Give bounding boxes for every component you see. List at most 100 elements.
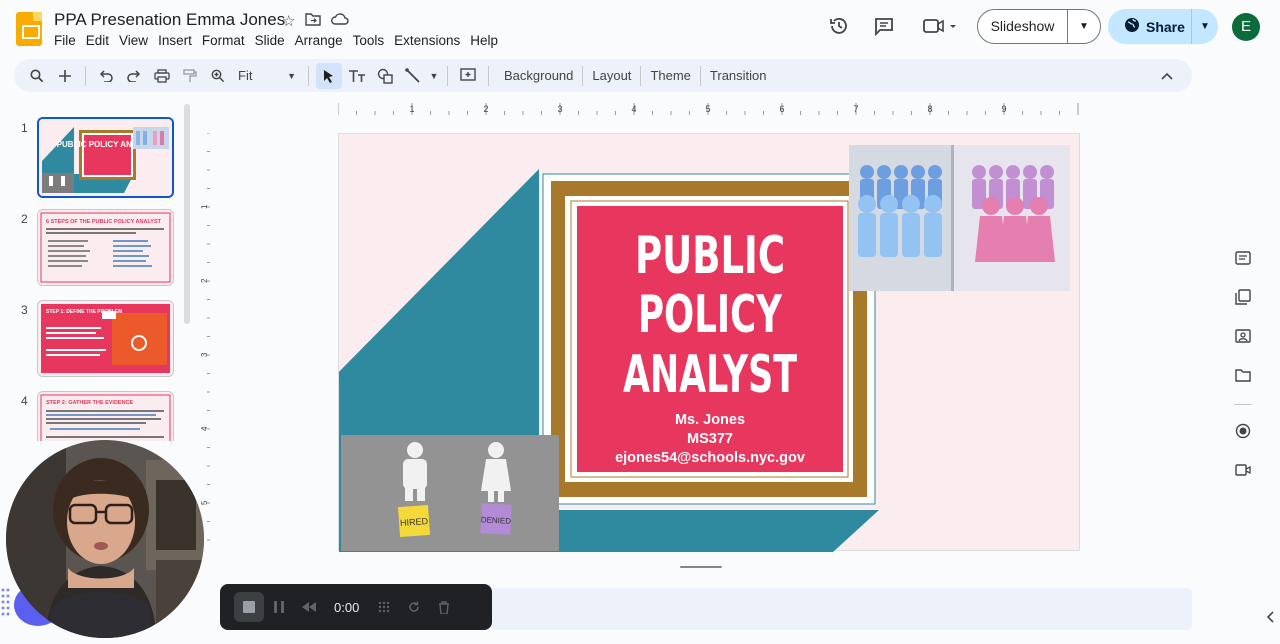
slide-title-line-2: POLICY	[638, 285, 783, 345]
current-slide[interactable]: PUBLIC POLICY ANALYST Ms. Jones MS377 ej…	[338, 133, 1080, 552]
ruler-v-tick: 3	[200, 352, 209, 357]
account-avatar[interactable]: E	[1232, 13, 1260, 41]
slide-thumbnail-2[interactable]: 6 STEPS OF THE PUBLIC POLICY ANALYST	[37, 209, 174, 286]
menu-arrange[interactable]: Arrange	[295, 33, 350, 48]
rewind-button[interactable]	[294, 592, 324, 622]
side-dots-icon[interactable]	[0, 586, 10, 622]
menu-slide[interactable]: Slide	[255, 33, 292, 48]
undo-icon[interactable]	[93, 63, 119, 89]
zoom-icon[interactable]	[205, 63, 231, 89]
share-dropdown-icon[interactable]: ▼	[1192, 21, 1218, 32]
move-folder-icon[interactable]	[305, 12, 322, 30]
menu-extensions[interactable]: Extensions	[394, 33, 467, 48]
side-panel-folder-icon[interactable]	[1232, 367, 1254, 389]
insert-comment-icon[interactable]	[455, 63, 481, 89]
slides-app-icon[interactable]	[16, 12, 42, 46]
thumb-2-title: 6 STEPS OF THE PUBLIC POLICY ANALYST	[46, 219, 162, 225]
slide-thumbnail-3[interactable]: STEP 1: DEFINE THE PROBLEM	[37, 300, 174, 377]
presenter-email: ejones54@schools.nyc.gov	[615, 450, 805, 466]
notes-resize-handle[interactable]	[680, 566, 722, 568]
ruler-h-tick: 6	[779, 104, 784, 114]
vertical-ruler[interactable]: 1 2 3 4 5	[200, 133, 210, 551]
menu-insert[interactable]: Insert	[158, 33, 199, 48]
zoom-dropdown-icon: ▼	[287, 70, 296, 81]
toolbar: Fit ▼ ▼ Background Layout Theme Transiti…	[14, 59, 1192, 92]
ruler-h-tick: 7	[853, 104, 858, 114]
line-dropdown-icon[interactable]: ▼	[428, 63, 440, 89]
presenter-webcam[interactable]	[6, 440, 204, 638]
transition-button[interactable]: Transition	[701, 68, 776, 83]
stop-button[interactable]	[234, 592, 264, 622]
menu-tools[interactable]: Tools	[353, 33, 392, 48]
paint-format-icon[interactable]	[177, 63, 203, 89]
school-name: MS377	[687, 431, 733, 447]
ruler-h-tick: 3	[557, 104, 562, 114]
ruler-h-tick: 2	[483, 104, 488, 114]
pause-button[interactable]	[264, 592, 294, 622]
slide-title-line-1: PUBLIC	[635, 226, 785, 286]
slide-thumbnail-1[interactable]: PUBLIC POLICY ANALYST	[37, 117, 174, 198]
sticky-hired: HIRED	[400, 516, 429, 528]
cloud-status-icon[interactable]	[331, 12, 350, 30]
recording-time: 0:00	[334, 599, 360, 615]
side-panel-layers-icon[interactable]	[1232, 289, 1254, 311]
menu-edit[interactable]: Edit	[86, 33, 116, 48]
speaker-notes-area[interactable]	[490, 588, 1192, 630]
retake-icon[interactable]	[399, 592, 429, 622]
ruler-v-tick: 5	[200, 500, 209, 505]
ruler-v-tick: 1	[200, 204, 209, 209]
filmstrip-scrollbar[interactable]	[184, 104, 190, 324]
paper-people-photo[interactable]	[849, 145, 1070, 291]
side-panel-expand-icon[interactable]	[1260, 608, 1280, 630]
slide-number-2: 2	[21, 212, 28, 226]
slideshow-dropdown-icon[interactable]: ▼	[1068, 21, 1100, 32]
thumb-4-title: STEP 2: GATHER THE EVIDENCE	[46, 400, 134, 406]
search-menus-icon[interactable]	[24, 63, 50, 89]
layout-button[interactable]: Layout	[583, 68, 640, 83]
select-cursor-icon[interactable]	[316, 62, 342, 89]
delete-icon[interactable]	[429, 592, 459, 622]
ruler-v-tick: 4	[200, 426, 209, 431]
redo-icon[interactable]	[121, 63, 147, 89]
zoom-value: Fit	[238, 68, 253, 83]
side-panel-record-icon[interactable]	[1232, 423, 1254, 445]
meet-video-icon[interactable]	[920, 16, 960, 38]
side-panel-video-icon[interactable]	[1232, 462, 1254, 484]
menu-file[interactable]: File	[54, 33, 83, 48]
globe-icon	[1124, 17, 1140, 36]
drag-handle-icon[interactable]	[369, 592, 399, 622]
slide-number-1: 1	[21, 121, 28, 135]
presenter-name: Ms. Jones	[675, 412, 745, 428]
background-button[interactable]: Background	[495, 68, 582, 83]
print-icon[interactable]	[149, 63, 175, 89]
share-button[interactable]: Share ▼	[1108, 9, 1218, 44]
document-title[interactable]: PPA Presenation Emma Jones	[54, 10, 285, 30]
slide-thumbnail-4[interactable]: STEP 2: GATHER THE EVIDENCE	[37, 391, 174, 441]
slideshow-label[interactable]: Slideshow	[978, 10, 1068, 43]
menu-bar: File Edit View Insert Format Slide Arran…	[54, 33, 508, 48]
version-history-icon[interactable]	[827, 16, 851, 38]
hired-denied-photo[interactable]: HIRED DENIED	[341, 435, 559, 551]
text-box-icon[interactable]	[344, 63, 370, 89]
sticky-denied: DENIED	[481, 515, 512, 526]
slide-title-line-3: ANALYST	[623, 345, 797, 405]
ruler-v-tick: 2	[200, 278, 209, 283]
share-label: Share	[1146, 18, 1185, 35]
menu-format[interactable]: Format	[202, 33, 252, 48]
slideshow-button[interactable]: Slideshow ▼	[977, 9, 1101, 44]
menu-view[interactable]: View	[119, 33, 155, 48]
comments-icon[interactable]	[872, 16, 896, 38]
shape-icon[interactable]	[372, 63, 398, 89]
star-icon[interactable]: ☆	[282, 12, 295, 30]
line-icon[interactable]	[400, 63, 426, 89]
side-panel-slides-icon[interactable]	[1232, 250, 1254, 272]
ruler-h-tick: 1	[409, 104, 414, 114]
menu-help[interactable]: Help	[470, 33, 505, 48]
side-panel-contacts-icon[interactable]	[1232, 328, 1254, 350]
zoom-select[interactable]: Fit ▼	[232, 68, 302, 83]
new-slide-icon[interactable]	[52, 63, 78, 89]
collapse-toolbar-icon[interactable]	[1154, 63, 1180, 89]
theme-button[interactable]: Theme	[641, 68, 699, 83]
slide-number-3: 3	[21, 303, 28, 317]
horizontal-ruler[interactable]: 1 2 3 4 5 6 7 8 9	[338, 103, 1080, 115]
